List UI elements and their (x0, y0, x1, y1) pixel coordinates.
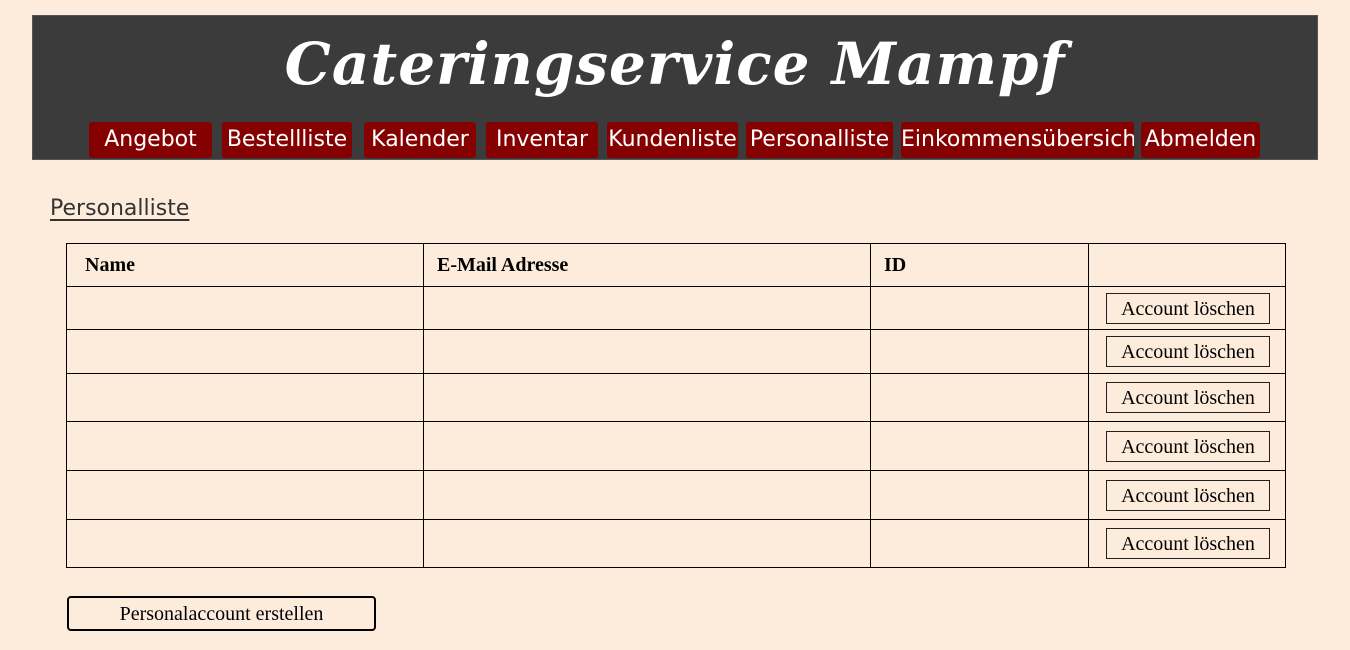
cell-action: Account löschen (1088, 470, 1286, 520)
nav-personalliste[interactable]: Personalliste (746, 122, 893, 158)
cell-email (423, 373, 871, 422)
page-title: Personalliste (50, 196, 190, 221)
table-row: Account löschen (66, 421, 1286, 471)
table-row: Account löschen (66, 286, 1286, 330)
delete-account-button[interactable]: Account löschen (1106, 430, 1270, 462)
nav-abmelden[interactable]: Abmelden (1141, 122, 1260, 158)
staff-table: Name E-Mail Adresse ID Account löschen A… (66, 243, 1286, 568)
nav-kundenliste[interactable]: Kundenliste (607, 122, 738, 158)
cell-id (870, 329, 1089, 374)
cell-email (423, 421, 871, 471)
cell-action: Account löschen (1088, 421, 1286, 471)
cell-name (66, 286, 424, 330)
delete-account-button[interactable]: Account löschen (1106, 292, 1270, 324)
cell-id (870, 470, 1089, 520)
nav-bestellliste[interactable]: Bestellliste (222, 122, 352, 158)
cell-name (66, 519, 424, 568)
nav-angebot[interactable]: Angebot (89, 122, 212, 158)
table-header-row: Name E-Mail Adresse ID (66, 243, 1286, 287)
cell-id (870, 421, 1089, 471)
cell-email (423, 470, 871, 520)
table-row: Account löschen (66, 519, 1286, 568)
cell-action: Account löschen (1088, 329, 1286, 374)
site-header: Cateringservice Mampf Angebot Bestelllis… (32, 15, 1318, 160)
nav-einkommensuebersicht[interactable]: Einkommensübersicht (901, 122, 1134, 158)
cell-id (870, 519, 1089, 568)
delete-account-button[interactable]: Account löschen (1106, 336, 1270, 367)
table-row: Account löschen (66, 373, 1286, 422)
table-row: Account löschen (66, 470, 1286, 520)
delete-account-button[interactable]: Account löschen (1106, 528, 1270, 559)
table-row: Account löschen (66, 329, 1286, 374)
create-staff-account-button[interactable]: Personalaccount erstellen (67, 596, 376, 631)
nav-inventar[interactable]: Inventar (486, 122, 598, 158)
cell-action: Account löschen (1088, 286, 1286, 330)
site-title: Cateringservice Mampf (284, 30, 1066, 98)
cell-email (423, 329, 871, 374)
cell-name (66, 329, 424, 374)
cell-email (423, 519, 871, 568)
cell-name (66, 470, 424, 520)
column-header-email: E-Mail Adresse (423, 243, 871, 287)
cell-id (870, 286, 1089, 330)
column-header-action (1088, 243, 1286, 287)
cell-email (423, 286, 871, 330)
cell-action: Account löschen (1088, 519, 1286, 568)
nav-kalender[interactable]: Kalender (364, 122, 476, 158)
column-header-id: ID (870, 243, 1089, 287)
column-header-name: Name (66, 243, 424, 287)
delete-account-button[interactable]: Account löschen (1106, 479, 1270, 511)
cell-id (870, 373, 1089, 422)
cell-name (66, 373, 424, 422)
cell-name (66, 421, 424, 471)
delete-account-button[interactable]: Account löschen (1106, 382, 1270, 413)
cell-action: Account löschen (1088, 373, 1286, 422)
main-nav: Angebot Bestellliste Kalender Inventar K… (33, 122, 1317, 158)
